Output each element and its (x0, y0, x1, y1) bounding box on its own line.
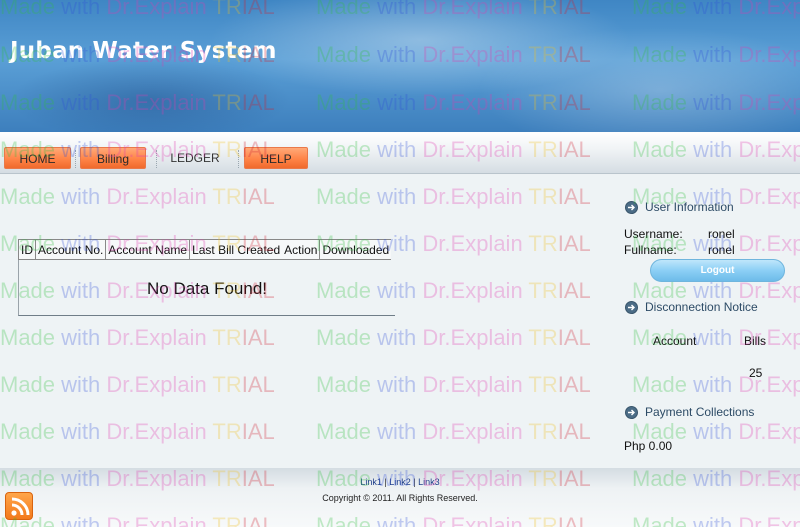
disconnection-heading-text: Disconnection Notice (645, 300, 758, 314)
nav-help-button[interactable]: HELP (244, 147, 308, 169)
footer-link-3[interactable]: Link3 (418, 477, 440, 487)
fullname-label: Fullname: (624, 243, 677, 257)
col-downloaded-header: Downloaded (319, 239, 392, 260)
nav-billing-button[interactable]: Billing (80, 147, 146, 169)
fullname-value: ronel (708, 243, 735, 257)
nav-separator (75, 150, 77, 168)
col-last-bill-header: Last Bill Created (189, 239, 283, 260)
user-info-heading: User Information (625, 200, 734, 214)
nav-ledger-button[interactable]: LEDGER (160, 147, 230, 169)
arrow-circle-icon (625, 405, 638, 419)
nav-bar: HOME Billing LEDGER HELP (0, 132, 800, 174)
disconnection-heading: Disconnection Notice (625, 300, 758, 314)
arrow-circle-icon (625, 200, 638, 214)
empty-table-message: No Data Found! (147, 279, 268, 298)
nav-separator (238, 150, 240, 168)
footer-links: Link1 | Link2 | Link3 (0, 477, 800, 487)
logout-button[interactable]: Logout (650, 259, 785, 282)
table-header-row: ID Account No. Account Name Last Bill Cr… (18, 239, 392, 260)
footer-link-1[interactable]: Link1 (360, 477, 382, 487)
ledger-table: ID Account No. Account Name Last Bill Cr… (18, 239, 392, 260)
payment-heading: Payment Collections (625, 405, 754, 419)
col-id-header: ID (18, 239, 36, 260)
nav-separator (156, 150, 158, 168)
footer-link-separator: | (384, 477, 387, 487)
payment-amount: Php 0.00 (624, 439, 673, 453)
col-account-name-header: Account Name (105, 239, 191, 260)
nav-home-button[interactable]: HOME (4, 147, 71, 169)
footer-link-2[interactable]: Link2 (389, 477, 411, 487)
footer: Link1 | Link2 | Link3 Copyright © 2011. … (0, 468, 800, 527)
user-info-heading-text: User Information (645, 200, 734, 214)
username-value: ronel (708, 227, 735, 241)
disconnection-bills-label: Bills (744, 334, 767, 348)
main-content: ID Account No. Account Name Last Bill Cr… (0, 175, 800, 468)
arrow-circle-icon (625, 300, 638, 314)
payment-heading-text: Payment Collections (645, 405, 755, 419)
site-title: Juban Water System (10, 38, 277, 64)
rss-icon[interactable] (5, 492, 33, 520)
header-banner: Juban Water System (0, 0, 800, 132)
disconnection-account-label: Account (653, 334, 697, 348)
col-action-header: Action (282, 239, 321, 260)
disconnection-bills-value: 25 (749, 366, 763, 380)
copyright-text: Copyright © 2011. All Rights Reserved. (322, 493, 478, 503)
col-account-no-header: Account No. (34, 239, 107, 260)
footer-link-separator: | (413, 477, 416, 487)
username-label: Username: (624, 227, 683, 241)
